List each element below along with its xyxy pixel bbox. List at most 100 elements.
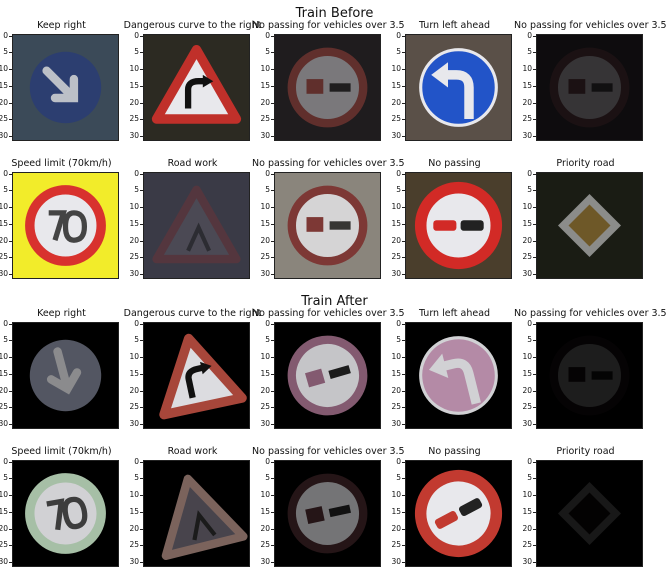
y-tick-mark bbox=[9, 407, 12, 409]
y-tick-mark bbox=[402, 357, 405, 359]
y-tick-mark bbox=[271, 357, 274, 359]
y-tick-label: 20 bbox=[391, 385, 401, 395]
y-tick-label: 10 bbox=[129, 352, 139, 362]
y-tick-label: 10 bbox=[129, 64, 139, 74]
y-tick-label: 0 bbox=[396, 456, 401, 466]
panel-axes: 0 5 10 15 20 25 30 bbox=[522, 319, 643, 429]
y-tick-mark bbox=[533, 257, 536, 259]
image-frame bbox=[405, 322, 512, 429]
sign-image bbox=[13, 461, 118, 566]
y-tick-mark bbox=[402, 511, 405, 513]
y-tick-mark bbox=[402, 495, 405, 497]
image-frame bbox=[12, 172, 119, 279]
image-frame bbox=[536, 322, 643, 429]
y-tick-label: 30 bbox=[391, 130, 401, 140]
y-tick-mark bbox=[402, 545, 405, 547]
sign-group bbox=[549, 335, 630, 416]
y-tick-mark bbox=[533, 390, 536, 392]
sign-image bbox=[537, 323, 642, 428]
image-panel: Priority road 0 5 10 15 20 25 30 bbox=[522, 158, 647, 298]
y-tick-label: 20 bbox=[0, 97, 8, 107]
panel-title: Road work bbox=[167, 446, 218, 457]
image-frame bbox=[405, 172, 512, 279]
y-tick-mark bbox=[533, 85, 536, 87]
panel-axes: 0 5 10 15 20 25 30 bbox=[260, 319, 381, 429]
y-tick-mark bbox=[402, 257, 405, 259]
sign-image bbox=[144, 173, 249, 278]
y-tick-mark bbox=[9, 357, 12, 359]
y-tick-label: 5 bbox=[134, 335, 139, 345]
y-tick-label: 15 bbox=[522, 368, 532, 378]
y-tick-label: 25 bbox=[260, 252, 270, 262]
y-tick-label: 30 bbox=[129, 418, 139, 428]
y-tick-mark bbox=[402, 35, 405, 37]
image-frame bbox=[12, 34, 119, 141]
y-tick-mark bbox=[140, 323, 143, 325]
y-tick-label: 25 bbox=[260, 540, 270, 550]
panel-axes: 0 5 10 15 20 25 30 bbox=[522, 169, 643, 279]
panel-title: Road work bbox=[167, 158, 218, 169]
y-tick-mark bbox=[402, 119, 405, 121]
y-tick-mark bbox=[140, 52, 143, 54]
y-tick-mark bbox=[402, 223, 405, 225]
panel-title: No passing for vehicles over 3.5 bbox=[514, 308, 667, 319]
y-tick-mark bbox=[533, 340, 536, 342]
y-tick-label: 5 bbox=[396, 47, 401, 57]
sign-image bbox=[13, 323, 118, 428]
sign-image bbox=[537, 35, 642, 140]
sign-image bbox=[406, 323, 511, 428]
image-frame bbox=[143, 460, 250, 567]
y-tick-label: 5 bbox=[396, 473, 401, 483]
y-tick-mark bbox=[533, 373, 536, 375]
panel-axes: 0 5 10 15 20 25 30 bbox=[391, 31, 512, 141]
car-symbol bbox=[591, 371, 613, 380]
sign-image bbox=[275, 461, 380, 566]
panel-title: Priority road bbox=[556, 446, 615, 457]
y-tick-mark bbox=[9, 52, 12, 54]
y-tick-label: 10 bbox=[0, 352, 8, 362]
y-tick-label: 20 bbox=[0, 523, 8, 533]
y-tick-mark bbox=[533, 323, 536, 325]
y-tick-mark bbox=[533, 495, 536, 497]
panel-axes: 0 5 10 15 20 25 30 bbox=[260, 31, 381, 141]
y-tick-mark bbox=[9, 257, 12, 259]
y-tick-label: 5 bbox=[527, 185, 532, 195]
y-tick-label: 5 bbox=[527, 335, 532, 345]
y-tick-mark bbox=[9, 528, 12, 530]
sign-image bbox=[537, 173, 642, 278]
panel-axes: 0 5 10 15 20 25 30 bbox=[522, 457, 643, 567]
y-tick-mark bbox=[271, 511, 274, 513]
y-tick-mark bbox=[9, 69, 12, 71]
y-tick-label: 25 bbox=[391, 114, 401, 124]
y-tick-mark bbox=[271, 102, 274, 104]
image-frame bbox=[12, 460, 119, 567]
y-tick-mark bbox=[402, 102, 405, 104]
sign-image bbox=[275, 35, 380, 140]
y-tick-mark bbox=[271, 119, 274, 121]
y-tick-label: 15 bbox=[129, 218, 139, 228]
y-tick-mark bbox=[402, 240, 405, 242]
y-tick-label: 10 bbox=[260, 490, 270, 500]
y-tick-label: 5 bbox=[265, 473, 270, 483]
y-tick-mark bbox=[271, 257, 274, 259]
y-tick-label: 25 bbox=[522, 252, 532, 262]
image-frame bbox=[274, 322, 381, 429]
y-tick-mark bbox=[271, 528, 274, 530]
image-panel: No passing for vehicles over 3.5 0 5 10 15 20… bbox=[252, 446, 405, 586]
image-frame bbox=[143, 34, 250, 141]
y-tick-mark bbox=[402, 373, 405, 375]
y-tick-mark bbox=[533, 69, 536, 71]
y-tick-label: 5 bbox=[3, 335, 8, 345]
y-tick-label: 5 bbox=[134, 47, 139, 57]
y-tick-label: 30 bbox=[522, 418, 532, 428]
y-tick-label: 20 bbox=[391, 235, 401, 245]
y-tick-label: 20 bbox=[129, 385, 139, 395]
y-tick-mark bbox=[140, 461, 143, 463]
y-tick-label: 0 bbox=[265, 456, 270, 466]
y-tick-label: 0 bbox=[3, 168, 8, 178]
y-tick-label: 10 bbox=[522, 64, 532, 74]
y-tick-label: 20 bbox=[260, 97, 270, 107]
y-tick-mark bbox=[140, 373, 143, 375]
y-tick-label: 5 bbox=[265, 185, 270, 195]
y-tick-label: 0 bbox=[527, 456, 532, 466]
